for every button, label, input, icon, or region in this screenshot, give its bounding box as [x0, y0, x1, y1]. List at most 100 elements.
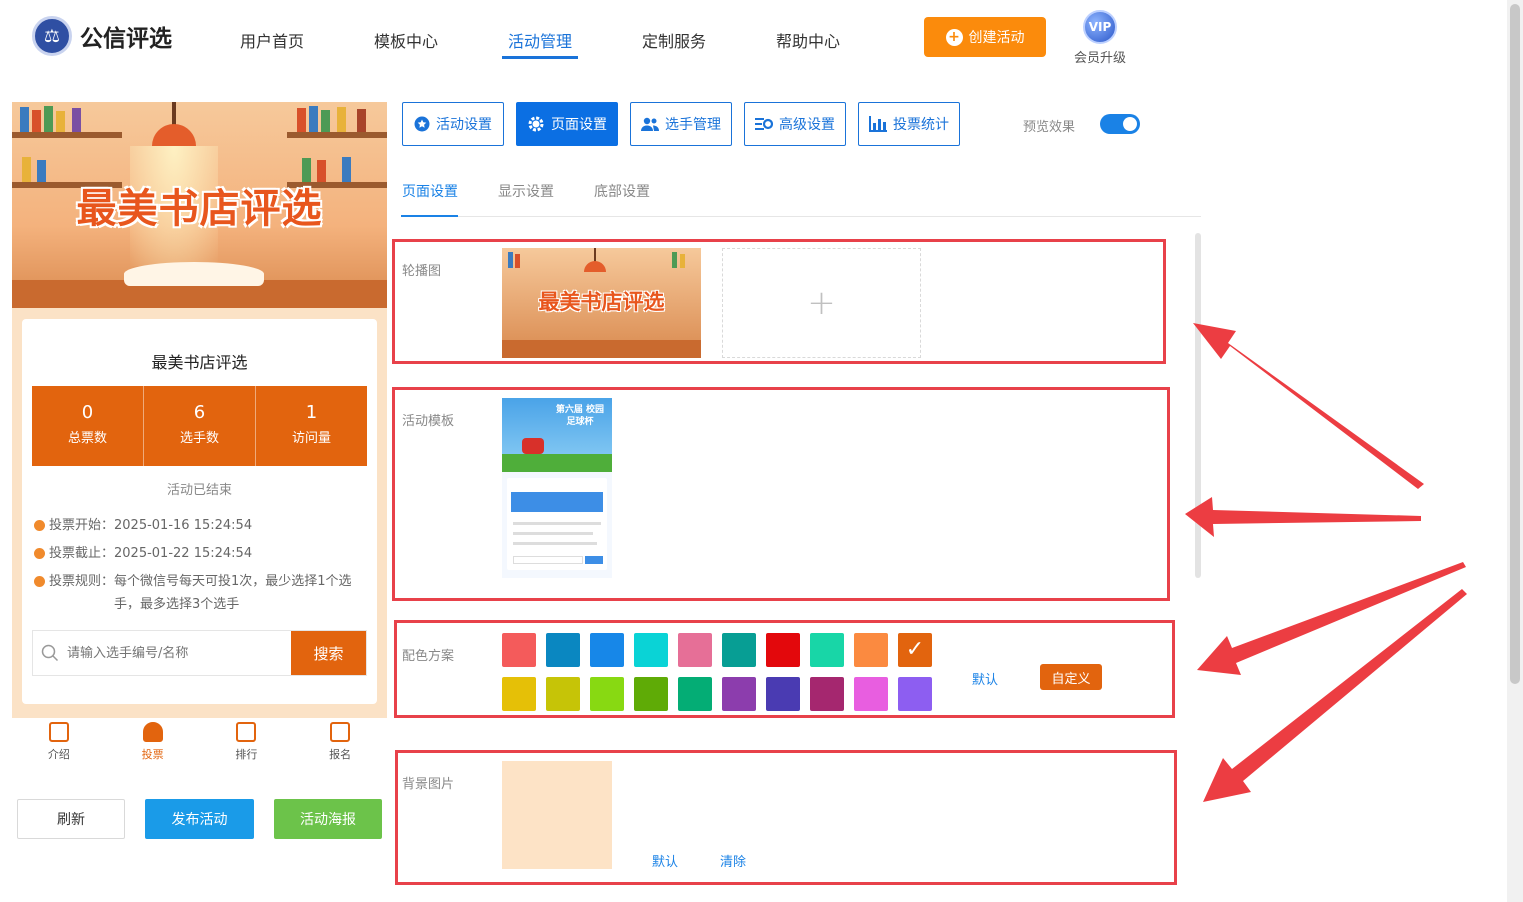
color-swatch[interactable] — [854, 677, 888, 711]
carousel-image[interactable]: 最美书店评选 — [502, 248, 701, 358]
publish-activity-button[interactable]: 发布活动 — [145, 799, 254, 839]
activity-status: 活动已结束 — [166, 483, 232, 498]
preview-effect-toggle[interactable] — [1100, 114, 1140, 134]
stat-value: 0 — [81, 402, 94, 423]
mobile-preview: 最美书店评选 最美书店评选 0 总票数 6 选手数 1 访问量 活动已结束 投票… — [12, 102, 387, 720]
arrow-to-carousel — [1193, 323, 1424, 489]
template-thumbnail-card — [507, 478, 607, 570]
info-icon — [34, 576, 45, 587]
clear-background-link[interactable]: 清除 — [720, 851, 746, 870]
color-swatch[interactable] — [898, 677, 932, 711]
color-swatch[interactable] — [634, 633, 668, 667]
brand-name: 公信评选 — [80, 26, 172, 52]
activity-poster-button[interactable]: 活动海报 — [274, 799, 382, 839]
brand-logo[interactable]: ⚖ 公信评选 — [32, 16, 172, 56]
color-scheme-label: 配色方案 — [402, 649, 455, 664]
rule-value: 2025-01-22 15:24:54 — [114, 546, 253, 561]
contestant-management-button[interactable]: 选手管理 — [630, 102, 732, 146]
stat-total-votes: 0 总票数 — [32, 386, 144, 466]
nav-item-templates[interactable]: 模板中心 — [374, 28, 438, 52]
background-image-thumbnail[interactable] — [502, 761, 612, 869]
nav-item-help[interactable]: 帮助中心 — [776, 28, 840, 52]
add-carousel-image-button[interactable]: + — [722, 248, 921, 358]
subtab-page-settings[interactable]: 页面设置 — [402, 181, 458, 201]
lamp-icon — [152, 124, 196, 146]
advanced-settings-button[interactable]: 高级设置 — [744, 102, 846, 146]
color-swatch[interactable] — [722, 677, 756, 711]
color-swatch[interactable] — [722, 633, 756, 667]
preview-effect-label: 预览效果 — [1023, 120, 1076, 135]
activity-settings-button[interactable]: 活动设置 — [402, 102, 504, 146]
subtab-footer-settings[interactable]: 底部设置 — [594, 181, 650, 201]
search-input[interactable] — [67, 631, 291, 675]
search-button[interactable]: 搜索 — [291, 631, 366, 675]
button-label: 投票统计 — [893, 117, 949, 133]
subtab-divider — [401, 216, 1201, 217]
color-swatch[interactable] — [810, 677, 844, 711]
app-root: ⚖ 公信评选 用户首页 模板中心 活动管理 定制服务 帮助中心 + 创建活动 V… — [0, 0, 1523, 902]
ranking-icon — [236, 722, 257, 742]
refresh-button[interactable]: 刷新 — [17, 799, 125, 839]
custom-color-button[interactable]: 自定义 — [1040, 664, 1102, 690]
tab-intro[interactable]: 介绍 — [12, 718, 106, 770]
bar-chart-icon — [869, 116, 887, 132]
color-swatch[interactable] — [766, 633, 800, 667]
template-thumbnail-title: 第六届 校园足球杯 — [555, 405, 605, 427]
color-swatch[interactable] — [590, 677, 624, 711]
rule-label: 投票规则： — [49, 574, 115, 589]
user-icon — [142, 722, 163, 742]
color-swatch[interactable] — [502, 633, 536, 667]
color-swatch[interactable] — [546, 633, 580, 667]
template-thumbnail[interactable]: 第六届 校园足球杯 — [502, 398, 612, 578]
button-label: 选手管理 — [665, 117, 721, 133]
button-label: 活动设置 — [436, 117, 492, 133]
default-color-link[interactable]: 默认 — [972, 669, 998, 688]
color-swatch[interactable] — [766, 677, 800, 711]
toggle-knob — [1123, 117, 1137, 131]
rule-vote-rules: 投票规则： 每个微信号每天可投1次，最少选择1个选手，最多选择3个选手 — [34, 570, 364, 616]
banner-title: 最美书店评选 — [76, 186, 323, 232]
color-swatch[interactable] — [854, 633, 888, 667]
clock-icon — [34, 548, 45, 559]
preview-banner: 最美书店评选 — [12, 102, 387, 308]
plus-icon: + — [807, 283, 836, 323]
color-swatch[interactable] — [898, 633, 932, 667]
arrow-to-color-scheme — [1197, 562, 1466, 675]
page-settings-button[interactable]: 页面设置 — [516, 102, 618, 146]
template-label: 活动模板 — [402, 414, 455, 429]
page-scrollbar-thumb[interactable] — [1510, 4, 1520, 684]
stat-value: 1 — [305, 402, 318, 423]
default-background-link[interactable]: 默认 — [652, 851, 678, 870]
settings-scrollbar[interactable] — [1195, 233, 1201, 578]
tab-signup[interactable]: 报名 — [293, 718, 387, 770]
stat-label: 总票数 — [67, 431, 107, 446]
create-activity-button[interactable]: + 创建活动 — [924, 17, 1046, 57]
carousel-label: 轮播图 — [402, 264, 442, 279]
stat-contestants: 6 选手数 — [144, 386, 256, 466]
vip-badge-icon: VIP — [1083, 10, 1117, 44]
vip-upgrade[interactable]: VIP 会员升级 — [1070, 10, 1130, 66]
color-swatch[interactable] — [634, 677, 668, 711]
rule-label: 投票截止： — [49, 546, 115, 561]
arrow-to-template — [1185, 497, 1421, 537]
color-swatch[interactable] — [502, 677, 536, 711]
gear-icon — [528, 116, 544, 132]
tab-label: 报名 — [329, 748, 352, 761]
color-swatch[interactable] — [678, 633, 712, 667]
color-swatch[interactable] — [546, 677, 580, 711]
nav-active-indicator — [502, 56, 578, 59]
nav-item-custom-service[interactable]: 定制服务 — [642, 28, 706, 52]
color-swatch[interactable] — [678, 677, 712, 711]
rule-value: 2025-01-16 15:24:54 — [114, 518, 253, 533]
users-icon — [641, 117, 659, 131]
tab-vote[interactable]: 投票 — [106, 718, 200, 770]
stat-value: 6 — [193, 402, 206, 423]
nav-item-activity-management[interactable]: 活动管理 — [508, 28, 572, 52]
vote-statistics-button[interactable]: 投票统计 — [858, 102, 960, 146]
tab-ranking[interactable]: 排行 — [200, 718, 294, 770]
color-swatch[interactable] — [590, 633, 624, 667]
color-swatch[interactable] — [810, 633, 844, 667]
create-activity-label: 创建活动 — [968, 30, 1025, 46]
subtab-display-settings[interactable]: 显示设置 — [498, 181, 554, 201]
nav-item-home[interactable]: 用户首页 — [240, 28, 304, 52]
